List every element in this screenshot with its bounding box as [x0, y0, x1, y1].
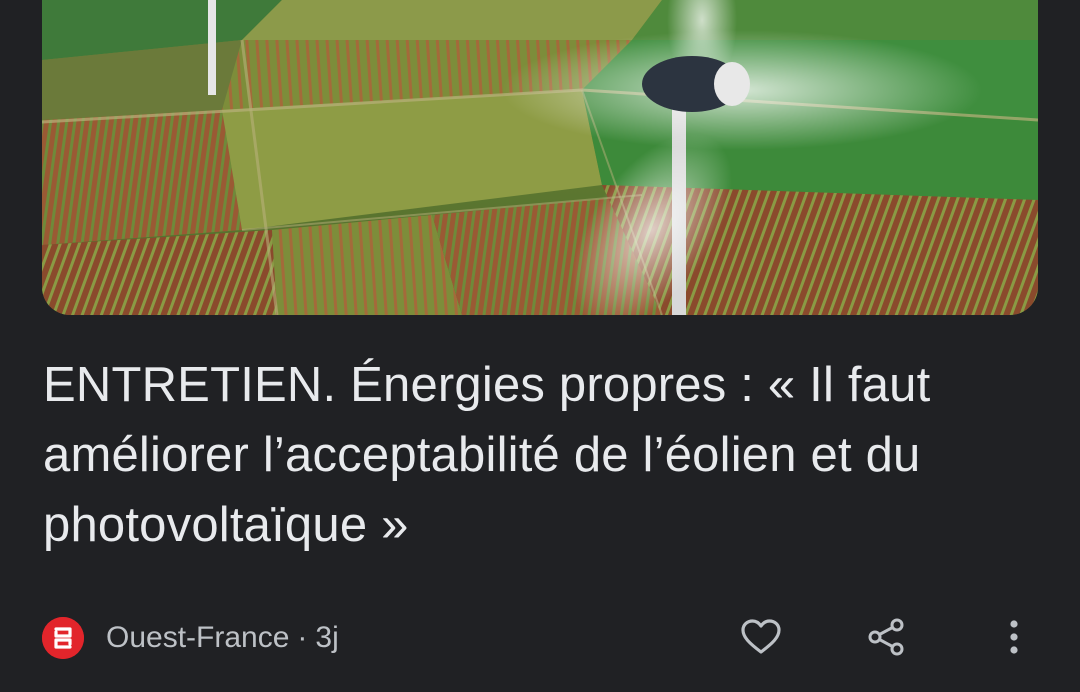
more-options-button[interactable]: [989, 612, 1039, 662]
source-name: Ouest-France: [106, 621, 290, 654]
heart-icon: [741, 619, 781, 654]
article-footer: Ouest-France · 3j: [42, 612, 1038, 662]
like-button[interactable]: [736, 612, 786, 662]
news-card[interactable]: ENTRETIEN. Énergies propres : « Il faut …: [0, 0, 1080, 692]
source-info[interactable]: Ouest-France · 3j: [42, 617, 339, 659]
more-vert-icon: [1010, 620, 1018, 654]
share-button[interactable]: [861, 612, 911, 662]
article-age: 3j: [315, 621, 339, 654]
meta-separator: ·: [297, 621, 308, 654]
article-headline[interactable]: ENTRETIEN. Énergies propres : « Il faut …: [43, 350, 1003, 560]
wind-turbine-photo: [42, 0, 1038, 315]
share-icon: [868, 618, 904, 656]
ouest-france-logo-icon: [42, 617, 84, 659]
article-image[interactable]: [42, 0, 1038, 315]
